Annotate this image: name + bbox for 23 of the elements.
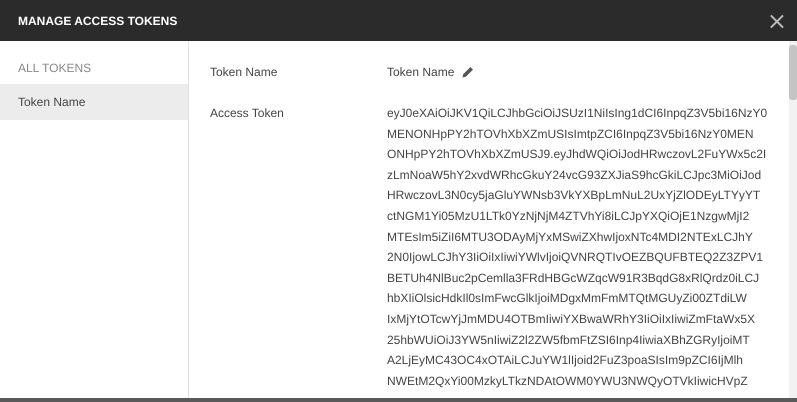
scrollbar-thumb[interactable]	[789, 45, 797, 100]
token-text-line: eyJ0eXAiOiJKV1QiLCJhbGciOiJSUzI1NiIsIng1dCI6InpqZ3V5bi16NzY0	[387, 105, 768, 122]
edit-icon[interactable]	[462, 66, 474, 78]
token-text-line: hbXIiOlsicHdkIl0sImFwcGlkIjoiMDgxMmFmMTQtMGUyZi00ZTdiLW	[387, 290, 748, 308]
token-text-line: 25hbWUiOiJ3YW5nIiwiZ2l2ZW5fbmFtZSI6Inp4IiwiaXBhZGRyIjoiMT	[387, 332, 751, 349]
token-text-line: IxMjYtOTcwYjJmMDU4OTBmIiwiYXBwaWRhY3IiOiIxIiwiZmFtaWx5X	[387, 310, 756, 328]
token-text-line: MENONHpPY2hTOVhXbXZmUSIsImtpZCI6InpqZ3V5bi16NzY0MEN	[387, 126, 755, 143]
token-text-line: ONHpPY2hTOVhXbXZmUSJ9.eyJhdWQiOiJodHRwczovL2FuYWx5c2I	[387, 146, 768, 164]
token-name-value: Token Name	[387, 64, 454, 80]
token-text-line: MTEsIm5iZiI6MTU3ODAyMjYxMSwiZXhwIjoxNTc4MDI2NTExLCJhY	[387, 228, 754, 246]
token-text-line: HRwczovL3N0cy5jaGluYWNsb3VkYXBpLmNuL2UxYjZlODEyLTYyYT	[387, 187, 762, 204]
token-text-line: 2N0IjowLCJhY3IiOiIxIiwiYWlvIjoiQVNRQTIvOEZBQUFBTEQ2Z3ZPV1	[387, 249, 764, 266]
field-label: Access Token	[210, 105, 285, 122]
window-title: MANAGE ACCESS TOKENS	[18, 14, 178, 28]
token-text-line: NWEtM2QxYi00MzkyLTkzNDAtOWM0YWU3NWQyOTVkIiwicHVpZ	[387, 372, 749, 390]
field-label: Token Name	[210, 64, 278, 80]
sidebar-heading: ALL TOKENS	[17, 61, 92, 77]
token-text-line: BETUh4NlBuc2pCemlla3FRdHBGcWZqcW91R3BqdG8xRlQrdz0iLCJ	[387, 270, 760, 287]
token-text-line: zLmNoaW5hY2xvdWRhcGkuY24vcG93ZXJiaS9hcGkiLCJpc3MiOiJod	[387, 166, 762, 184]
token-text-line: A2LjEyMC43OC4xOTAiLCJuYW1lIjoid2FuZ3poaSIsIm9pZCI6IjMlh	[387, 352, 744, 370]
close-button[interactable]: ×	[766, 8, 787, 32]
token-text-line: ctNGM1Yi05MzU1LTk0YzNjNjM4ZTVhYi8iLCJpYXQiOjE1NzgwMjI2	[387, 208, 750, 225]
sidebar-item[interactable]: Token Name	[0, 84, 188, 120]
